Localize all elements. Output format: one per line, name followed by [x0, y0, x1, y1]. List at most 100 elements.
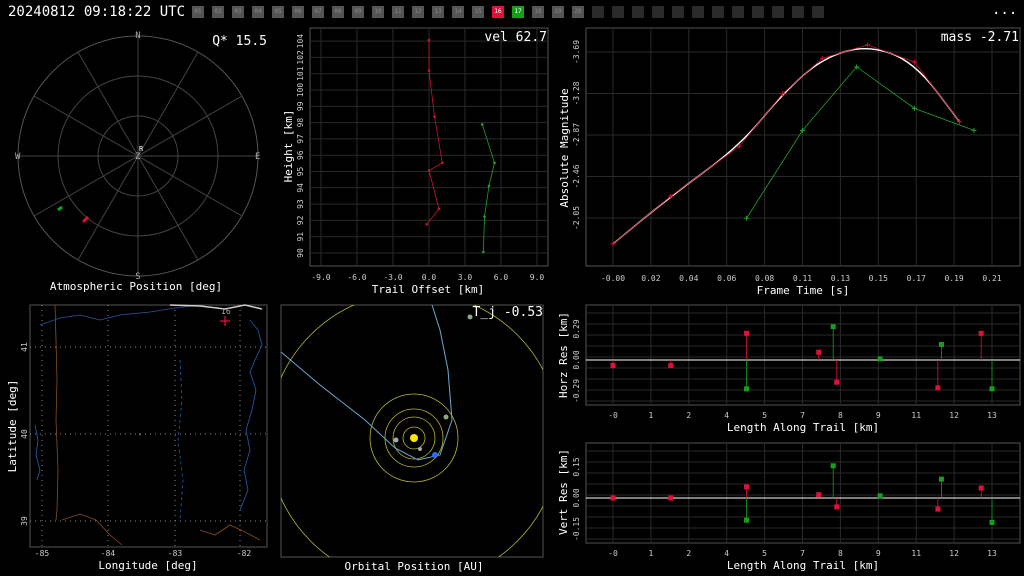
horz-xticks: -0 1 2 4 5 7 8 9 11 12 13	[608, 411, 997, 420]
horz-point-red	[978, 330, 984, 336]
height-point-red	[425, 222, 429, 226]
vert-xtick: 13	[987, 549, 997, 558]
mag-series-green	[746, 66, 975, 219]
height-ytick: 100	[296, 83, 305, 98]
mag-ytick: -2.05	[572, 206, 581, 230]
vert-xtick: 2	[686, 549, 691, 558]
mag-xtick: 0.02	[641, 274, 660, 283]
mag-point-green	[744, 215, 750, 221]
map-panel: ' 16 -85 -84 -83 -82 41 40 39 Longitude [deg]…	[6, 304, 268, 572]
vert-panel: -0 1 2 4 5 7 8 9 11 12 13 0.150.00-0.15 Length Alo…	[557, 442, 1021, 572]
height-point-red	[441, 161, 444, 165]
map-ytick: 39	[20, 516, 29, 526]
map-xtick: -85	[35, 549, 50, 558]
orbit-frame	[280, 304, 544, 558]
horz-point-green	[938, 341, 944, 347]
map-xtick: -83	[168, 549, 183, 558]
mag-xtick: 0.06	[717, 274, 736, 283]
vert-yticks: 0.15 0.00 -0.15	[572, 457, 581, 541]
mag-yticks: -3.69 -3.28 -2.87 -2.46 -2.05	[572, 40, 581, 230]
vert-point-green	[989, 519, 995, 525]
height-ytick: 94	[296, 183, 305, 193]
vert-xtick: 11	[911, 549, 921, 558]
horz-xtick: 5	[762, 411, 767, 420]
vert-point-red	[834, 504, 840, 510]
height-xlabel: Trail Offset [km]	[372, 283, 485, 296]
horz-xtick: 1	[648, 411, 653, 420]
mag-xtick: 0.11	[793, 274, 812, 283]
height-ytick: 93	[296, 199, 305, 209]
height-ytick: 102	[296, 50, 305, 65]
horz-point-green	[830, 324, 836, 330]
horz-xtick: 9	[876, 411, 881, 420]
height-xtick: 6.0	[494, 273, 509, 282]
height-ytick: 96	[296, 150, 305, 160]
horz-ytick: 0.00	[572, 350, 581, 369]
atmos-dir-n: N	[135, 31, 140, 41]
horz-yticks: 0.29 0.00 -0.29	[572, 319, 581, 403]
mag-xtick: 0.21	[982, 274, 1001, 283]
earth-marker	[432, 452, 438, 458]
horz-xtick: 4	[724, 411, 729, 420]
horz-xtick: 8	[838, 411, 843, 420]
mag-ytick: -2.46	[572, 164, 581, 188]
height-point-green	[493, 161, 496, 165]
mag-xtick: 0.19	[944, 274, 963, 283]
horz-point-red	[935, 385, 941, 391]
map-marker-label: 16	[221, 307, 231, 316]
map-frame	[29, 304, 268, 548]
height-xtick: 3.0	[458, 273, 473, 282]
horz-point-red	[816, 349, 822, 355]
height-xtick: 9.0	[530, 273, 545, 282]
horz-xtick: 12	[949, 411, 959, 420]
sun-marker	[410, 434, 418, 442]
mag-xtick: 0.04	[679, 274, 698, 283]
mag-xtick: 0.08	[755, 274, 774, 283]
height-point-red	[427, 38, 431, 42]
map-xlabel: Longitude [deg]	[98, 559, 197, 572]
height-ytick: 99	[296, 101, 305, 111]
map-station-dot: '	[138, 433, 142, 440]
height-ytick: 91	[296, 232, 305, 242]
height-point-red	[427, 69, 431, 73]
vert-point-red	[744, 484, 750, 490]
mag-grid	[586, 28, 1020, 266]
atmos-track-green	[57, 205, 63, 212]
horz-xtick: 2	[686, 411, 691, 420]
vert-point-red	[668, 495, 674, 501]
orbit-panel: T_j -0.53 Orbital Position [AU]	[280, 304, 544, 573]
horz-xlabel: Length Along Trail [km]	[727, 421, 879, 434]
vert-xtick: 9	[876, 549, 881, 558]
height-ytick: 97	[296, 134, 305, 144]
mag-xlabel: Frame Time [s]	[757, 284, 850, 297]
horz-xtick: 13	[987, 411, 997, 420]
height-ytick: 90	[296, 248, 305, 258]
atmos-label: Atmospheric Position [deg]	[50, 280, 222, 293]
vert-point-green	[744, 517, 750, 523]
orbit-tj-value: T_j -0.53	[473, 305, 543, 320]
vert-point-green	[938, 476, 944, 482]
mag-xtick: 0.13	[831, 274, 850, 283]
mag-xtick: 0.15	[869, 274, 888, 283]
mag-xtick: -0.00	[601, 274, 625, 283]
height-xtick: -6.0	[347, 273, 366, 282]
horz-point-red	[744, 330, 750, 336]
vert-xlabel: Length Along Trail [km]	[727, 559, 879, 572]
height-point-green	[482, 250, 485, 254]
vert-xticks: -0 1 2 4 5 7 8 9 11 12 13	[608, 549, 997, 558]
height-point-green	[487, 184, 491, 188]
height-panel: -9.0 -6.0 -3.0 0.0 3.0 6.0 9.0 909192939495969…	[282, 27, 549, 296]
height-point-green	[483, 215, 486, 218]
atmos-panel: N S W E Z R Q* 15.5 Atmospheric Position…	[15, 31, 267, 293]
vert-xtick: 7	[800, 549, 805, 558]
orbit-label: Orbital Position [AU]	[344, 560, 483, 573]
height-ylabel: Height [km]	[282, 110, 295, 183]
height-point-green	[480, 123, 484, 126]
vert-point-red	[935, 506, 941, 512]
vert-grid	[586, 443, 1020, 543]
height-yticks: 90 91 92 93 94 95 96 97 98 99 100 101102104	[296, 34, 305, 258]
horz-point-red	[668, 363, 674, 369]
horz-point-red	[610, 363, 616, 369]
atmos-dir-e: E	[255, 152, 260, 162]
map-ylabel: Latitude [deg]	[6, 380, 19, 473]
